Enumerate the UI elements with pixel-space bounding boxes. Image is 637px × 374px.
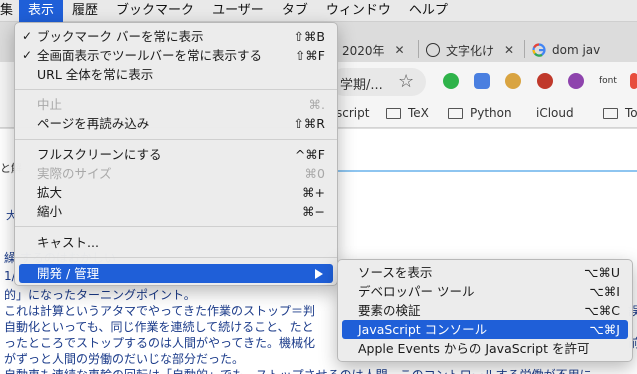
menu-item-always-show-bookmarks-bar[interactable]: ✓ ブックマーク バーを常に表示 ⇧⌘B (15, 27, 337, 46)
developer-submenu: ソースを表示 ⌥⌘U デベロッパー ツール ⌥⌘I 要素の検証 ⌥⌘C Java… (337, 259, 633, 362)
page-text-line: 自動車も連続な車輪の回転は「自動的」でも、ストップさせるのは人間。このコントロー… (4, 366, 637, 374)
bookmark-label: iCloud (536, 106, 574, 120)
menubar-users[interactable]: ユーザー (203, 0, 273, 22)
menu-item-shortcut: ^⌘F (294, 147, 325, 162)
submenu-arrow-icon (315, 269, 323, 279)
menu-item-view-source[interactable]: ソースを表示 ⌥⌘U (338, 263, 632, 282)
tab-2020[interactable]: 2020年 ✕ (342, 36, 405, 64)
menu-item-reload-page[interactable]: ページを再読み込み ⇧⌘R (15, 114, 337, 133)
menu-item-label: デベロッパー ツール (358, 284, 475, 299)
star-icon[interactable]: ☆ (398, 71, 414, 92)
bookmark-javascript[interactable]: script (336, 106, 369, 120)
menu-item-label: 要素の検証 (358, 303, 421, 318)
menubar-tab[interactable]: タブ (273, 0, 317, 22)
menubar-window[interactable]: ウィンドウ (317, 0, 400, 22)
menu-item-always-show-toolbar-fullscreen[interactable]: ✓ 全画面表示でツールバーを常に表示する ⇧⌘F (15, 46, 337, 65)
menubar-history[interactable]: 履歴 (63, 0, 107, 22)
extension-icon[interactable] (630, 73, 637, 89)
menu-separator (15, 139, 337, 140)
menu-item-enter-fullscreen[interactable]: フルスクリーンにする ^⌘F (15, 145, 337, 164)
tab-title: 2020年 (342, 43, 385, 58)
menu-item-shortcut: ⌘+ (302, 185, 325, 200)
accent-rule (337, 170, 637, 172)
menu-item-label: ページを再読み込み (37, 116, 150, 131)
address-bar-text: 学期/... (340, 78, 383, 93)
folder-icon (603, 107, 618, 119)
menu-item-zoom-out[interactable]: 縮小 ⌘− (15, 202, 337, 221)
menu-item-shortcut: ⇧⌘F (294, 48, 325, 63)
menu-item-label: Apple Events からの JavaScript を許可 (358, 341, 590, 356)
bookmark-label: TeX (408, 106, 429, 120)
menu-item-cast[interactable]: キャスト... (15, 233, 337, 252)
evernote-extension-icon[interactable] (443, 73, 459, 89)
tab-separator (524, 40, 525, 58)
tab-title: 文字化け (446, 43, 495, 58)
menu-item-label: 拡大 (37, 185, 63, 200)
menu-item-label: キャスト... (37, 235, 99, 250)
menu-item-stop: 中止 ⌘. (15, 95, 337, 114)
menu-separator (15, 226, 337, 227)
menu-item-shortcut: ⇧⌘B (293, 29, 325, 44)
menu-item-label: 中止 (37, 97, 63, 112)
menu-item-shortcut: ⌘. (308, 97, 325, 112)
menu-item-label: JavaScript コンソール (358, 322, 488, 337)
globe-icon (426, 43, 440, 57)
menu-item-shortcut: ⌥⌘I (589, 284, 620, 299)
menu-item-shortcut: ⌥⌘U (583, 265, 620, 280)
menu-item-label: 縮小 (37, 204, 63, 219)
macos-menubar: 集 表示 履歴 ブックマーク ユーザー タブ ウィンドウ ヘルプ (0, 0, 637, 22)
translate-extension-icon[interactable] (474, 73, 490, 89)
google-icon (532, 43, 546, 57)
menu-item-shortcut: ⌘− (302, 204, 325, 219)
menu-item-inspect-elements[interactable]: 要素の検証 ⌥⌘C (338, 301, 632, 320)
menu-item-developer-tools[interactable]: デベロッパー ツール ⌥⌘I (338, 282, 632, 301)
close-icon[interactable]: ✕ (504, 43, 514, 57)
folder-icon (448, 107, 463, 119)
menu-item-javascript-console[interactable]: JavaScript コンソール ⌥⌘J (342, 320, 628, 339)
menubar-bookmarks[interactable]: ブックマーク (107, 0, 203, 22)
menu-item-always-show-full-url[interactable]: URL 全体を常に表示 (15, 65, 337, 84)
menubar-help[interactable]: ヘルプ (400, 0, 457, 22)
menu-item-label: URL 全体を常に表示 (37, 67, 154, 82)
view-menu: ✓ ブックマーク バーを常に表示 ⇧⌘B ✓ 全画面表示でツールバーを常に表示す… (14, 22, 338, 286)
close-icon[interactable]: ✕ (395, 43, 405, 57)
menu-separator (15, 257, 337, 258)
tab-title: dom jav (552, 43, 601, 57)
extension-icon[interactable] (568, 73, 584, 89)
bookmark-label: Python (470, 106, 512, 120)
menu-item-actual-size: 実際のサイズ ⌘0 (15, 164, 337, 183)
bookmark-label: Tom (625, 106, 637, 120)
menu-item-shortcut: ⌥⌘J (589, 322, 620, 337)
bookmark-folder-tex[interactable]: TeX (386, 106, 429, 120)
bookmark-icloud[interactable]: iCloud (530, 106, 574, 120)
tab-dom-javascript[interactable]: dom jav (532, 36, 600, 64)
menu-item-allow-js-from-apple-events[interactable]: Apple Events からの JavaScript を許可 (338, 339, 632, 358)
checkmark-icon: ✓ (22, 29, 33, 43)
menu-item-zoom-in[interactable]: 拡大 ⌘+ (15, 183, 337, 202)
menu-item-shortcut: ⌥⌘C (584, 303, 620, 318)
bookmark-folder-python[interactable]: Python (448, 106, 512, 120)
record-extension-icon[interactable] (537, 73, 553, 89)
menubar-view[interactable]: 表示 (19, 0, 64, 22)
tab-mojibake[interactable]: 文字化け ✕ (426, 36, 514, 64)
menu-item-label: フルスクリーンにする (37, 147, 162, 162)
font-extension-icon[interactable]: font (599, 76, 617, 86)
cookie-extension-icon[interactable] (505, 73, 521, 89)
bookmark-folder-tom[interactable]: Tom (603, 106, 637, 120)
menu-item-label: ブックマーク バーを常に表示 (37, 29, 204, 44)
menu-item-shortcut: ⌘0 (304, 166, 325, 181)
folder-icon (386, 107, 401, 119)
menu-item-developer[interactable]: 開発 / 管理 (19, 264, 333, 283)
menu-item-label: 実際のサイズ (37, 166, 112, 181)
checkmark-icon: ✓ (22, 48, 33, 62)
bookmark-label: script (336, 106, 370, 120)
menu-separator (15, 89, 337, 90)
tab-separator (418, 40, 419, 58)
menu-item-label: ソースを表示 (358, 265, 433, 280)
menu-item-label: 全画面表示でツールバーを常に表示する (37, 48, 263, 63)
menu-item-shortcut: ⇧⌘R (293, 116, 325, 131)
menubar-edit-fragment[interactable]: 集 (0, 0, 19, 22)
menu-item-label: 開発 / 管理 (37, 266, 100, 281)
